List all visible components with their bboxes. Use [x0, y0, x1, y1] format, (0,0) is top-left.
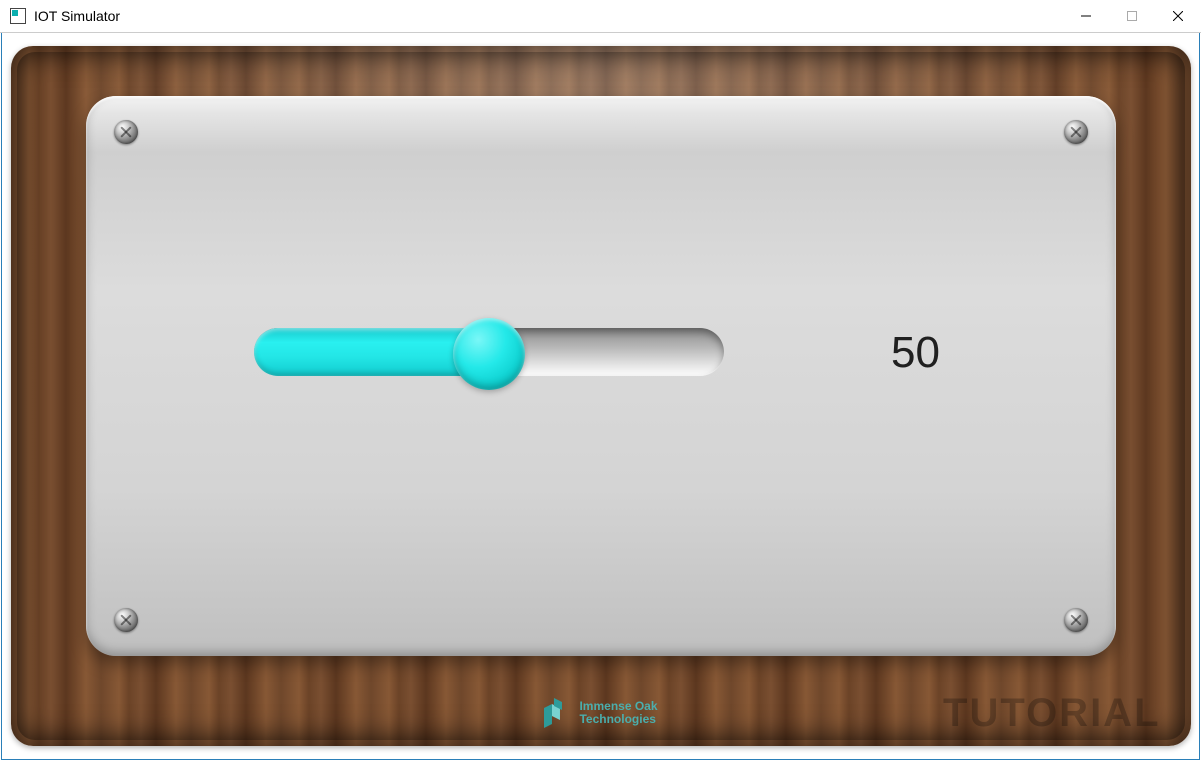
minimize-button[interactable] — [1063, 0, 1109, 32]
client-area: 50 Immense Oak Technologies TUTORIAL — [1, 33, 1200, 760]
window-title: IOT Simulator — [34, 8, 120, 24]
tutorial-watermark: TUTORIAL — [943, 691, 1160, 736]
maximize-icon — [1127, 11, 1137, 21]
close-button[interactable] — [1155, 0, 1201, 32]
brand-logo: Immense Oak Technologies — [543, 698, 657, 728]
screw-icon — [1064, 120, 1088, 144]
screw-icon — [1064, 608, 1088, 632]
screw-icon — [114, 608, 138, 632]
maximize-button — [1109, 0, 1155, 32]
wood-frame: 50 Immense Oak Technologies TUTORIAL — [11, 46, 1191, 746]
value-slider[interactable] — [254, 320, 724, 390]
brand-line-2: Technologies — [579, 713, 657, 726]
slider-value-display: 50 — [836, 328, 996, 378]
minimize-icon — [1081, 11, 1091, 21]
slider-thumb[interactable] — [453, 318, 525, 390]
screw-icon — [114, 120, 138, 144]
metal-panel: 50 — [86, 96, 1116, 656]
brand-text: Immense Oak Technologies — [579, 700, 657, 726]
window-titlebar: IOT Simulator — [0, 0, 1201, 33]
app-icon — [10, 8, 26, 24]
close-icon — [1173, 11, 1183, 21]
brand-mark-icon — [543, 698, 569, 728]
